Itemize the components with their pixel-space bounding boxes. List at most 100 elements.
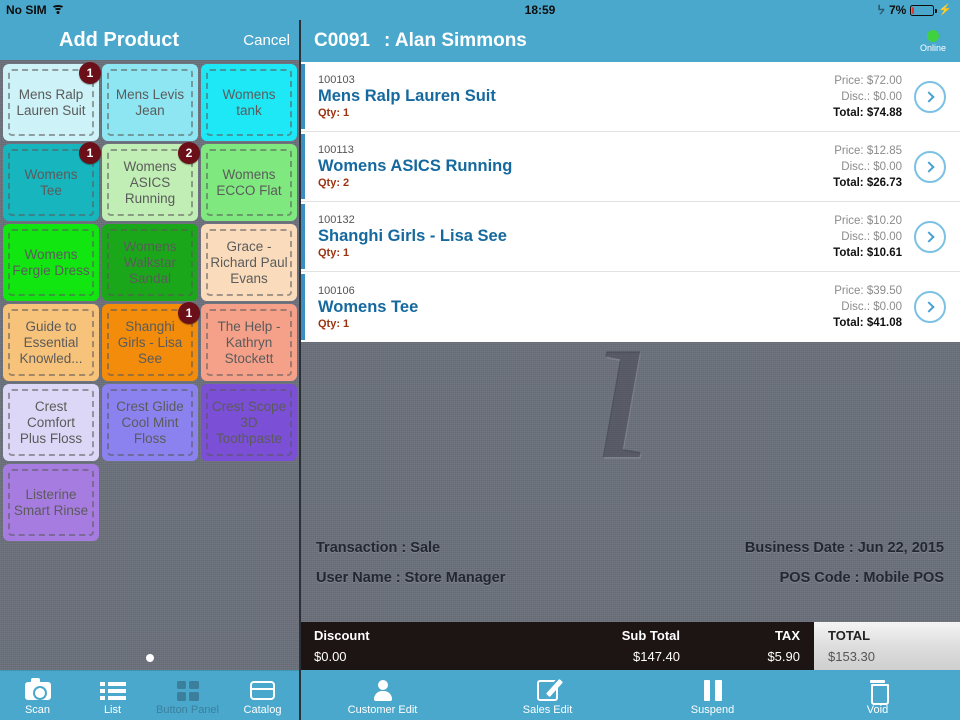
product-tile-label: Womens ECCO Flat [216,166,282,198]
carrier-label: No SIM [6,3,47,17]
total-cell[interactable]: TOTAL $153.30 [814,622,960,670]
product-tile[interactable]: Mens Ralp Lauren Suit 1 [3,62,101,141]
cart-item-detail-button[interactable] [914,291,946,323]
discount-cell[interactable]: Discount $0.00 [300,622,510,670]
product-tile-border: Crest Comfort Plus Floss [8,389,94,456]
tab-list[interactable]: List [75,671,150,720]
bluetooth-icon: ᔭ [877,3,885,17]
product-tile[interactable]: Crest Comfort Plus Floss [3,384,99,461]
product-tile[interactable]: Mens Levis Jean [102,64,198,141]
product-tile[interactable]: Listerine Smart Rinse [3,464,99,541]
tab-customer-edit[interactable]: Customer Edit [300,670,465,720]
battery-percent-label: 7% [888,3,907,17]
product-tile[interactable]: Shanghi Girls - Lisa See 1 [102,302,200,381]
cart-item-total: Total: $10.61 [833,246,902,259]
product-tile-label: The Help - Kathryn Stockett [217,318,281,366]
italic-i-watermark: i [590,342,654,507]
product-tile-border: Guide to Essential Knowled... [8,309,94,376]
tab-label: List [103,703,122,716]
cart-item-detail-button[interactable] [914,150,946,183]
discount-label: Discount [314,628,370,643]
product-tile-label: Mens Levis Jean [115,86,185,118]
cart-item-sku: 100132 [318,214,355,226]
cart-item-list[interactable]: 100103 Mens Ralp Lauren Suit Qty: 1 Price: … [300,62,960,342]
left-status-bar: No SIM [0,0,300,20]
product-tile[interactable]: Womens tank [201,64,297,141]
cart-item-sku: 100113 [318,144,354,156]
product-tile-label: Crest Scope 3D Toothpaste [211,398,287,446]
trash-icon [869,679,889,705]
customer-id-label: C0091 [314,30,370,51]
status-icons: ᔭ 7% ⚡ [877,3,952,17]
page-dot[interactable] [146,654,154,662]
cart-item-total: Total: $41.08 [833,317,902,329]
cart-item-discount: Disc.: $0.00 [841,160,902,173]
tax-cell: TAX $5.90 [694,622,814,670]
product-tile[interactable]: Womens Tee 1 [3,142,101,221]
pos-app-screen: No SIM Add Product Cancel Mens Ralp Laur… [0,0,960,720]
cart-item-total: Total: $26.73 [833,176,902,189]
left-tab-bar: Scan List Button Panel Catalog [0,670,300,720]
cart-item-name: Shanghi Girls - Lisa See [318,227,507,245]
product-tile-border: Womens Walkstar Sandal [107,229,193,296]
product-tile-border: Listerine Smart Rinse [8,469,94,536]
product-tile-label: Womens tank [222,86,276,118]
cart-item-info: 100106 Womens Tee Qty: 1 [300,285,833,330]
tax-value: $5.90 [767,649,800,664]
transaction-type-label: Transaction : Sale [316,540,441,556]
tab-label: Scan [24,703,51,716]
product-tile-border: Crest Glide Cool Mint Floss [107,389,193,456]
product-tile-label: Womens Walkstar Sandal [123,238,177,286]
product-quantity-badge: 1 [79,142,101,164]
pos-code-label: POS Code : Mobile POS [779,570,944,586]
cart-item-price: Price: $10.20 [834,214,902,227]
product-tile-label: Crest Comfort Plus Floss [19,398,83,446]
product-tile-label: Mens Ralp Lauren Suit [16,86,86,118]
cart-item-prices: Price: $10.20 Disc.: $0.00 Total: $10.61 [833,215,914,259]
cart-item-info: 100132 Shanghi Girls - Lisa See Qty: 1 [300,214,833,259]
product-tile[interactable]: Crest Scope 3D Toothpaste [201,384,297,461]
cart-item-discount: Disc.: $0.00 [841,90,902,103]
tab-button-panel[interactable]: Button Panel [150,671,225,720]
chevron-right-icon [922,301,935,313]
add-product-navbar: Add Product Cancel [0,20,300,60]
tab-suspend[interactable]: Suspend [630,670,795,720]
tab-catalog[interactable]: Catalog [225,671,300,720]
battery-icon [910,4,938,16]
tab-sales-edit[interactable]: Sales Edit [465,670,630,720]
meta-row: Transaction : Sale Business Date : Jun 2… [316,540,944,556]
customer-navbar: C0091 : Alan Simmons Online [300,20,960,62]
product-tile[interactable]: The Help - Kathryn Stockett [201,304,297,381]
cart-item-row[interactable]: 100132 Shanghi Girls - Lisa See Qty: 1 Pric… [300,202,960,272]
cart-item-row[interactable]: 100103 Mens Ralp Lauren Suit Qty: 1 Price: … [300,62,960,132]
cart-item-detail-button[interactable] [914,80,946,113]
person-icon [373,679,392,701]
cart-item-price: Price: $39.50 [834,285,902,297]
tab-void[interactable]: Void [795,670,960,720]
cart-item-row[interactable]: 100106 Womens Tee Qty: 1 Price: $39.50 Disc.… [300,272,960,342]
cart-item-row[interactable]: 100113 Womens ASICS Running Qty: 2 Price: $… [300,132,960,202]
product-tile-border: Crest Scope 3D Toothpaste [206,389,292,456]
catalog-icon [250,680,275,702]
cart-item-price: Price: $72.00 [834,74,902,87]
tab-label: Button Panel [156,703,219,716]
product-tile[interactable]: Crest Glide Cool Mint Floss [102,384,198,461]
product-tile[interactable]: Womens Walkstar Sandal [102,224,198,301]
product-tile-label: Womens Tee [24,166,78,198]
online-status-badge: Online [920,29,946,53]
tab-scan[interactable]: Scan [0,671,75,720]
page-indicator[interactable] [0,646,300,670]
user-name-label: User Name : Store Manager [316,570,506,586]
cart-item-prices: Price: $72.00 Disc.: $0.00 Total: $74.88 [833,75,914,119]
product-tile[interactable]: Womens Fergie Dress [3,224,99,301]
meta-row: User Name : Store Manager POS Code : Mob… [316,570,944,586]
cart-item-discount: Disc.: $0.00 [841,230,902,243]
product-tile[interactable]: Guide to Essential Knowled... [3,304,99,381]
product-tile[interactable]: Womens ECCO Flat [201,144,297,221]
tab-label: Sales Edit [522,703,573,716]
cart-item-detail-button[interactable] [914,220,946,253]
product-tile[interactable]: Womens ASICS Running 2 [102,142,200,221]
product-tile[interactable]: Grace - Richard Paul Evans [201,224,297,301]
cart-item-price: Price: $12.85 [834,144,902,157]
cancel-button[interactable]: Cancel [243,32,290,49]
